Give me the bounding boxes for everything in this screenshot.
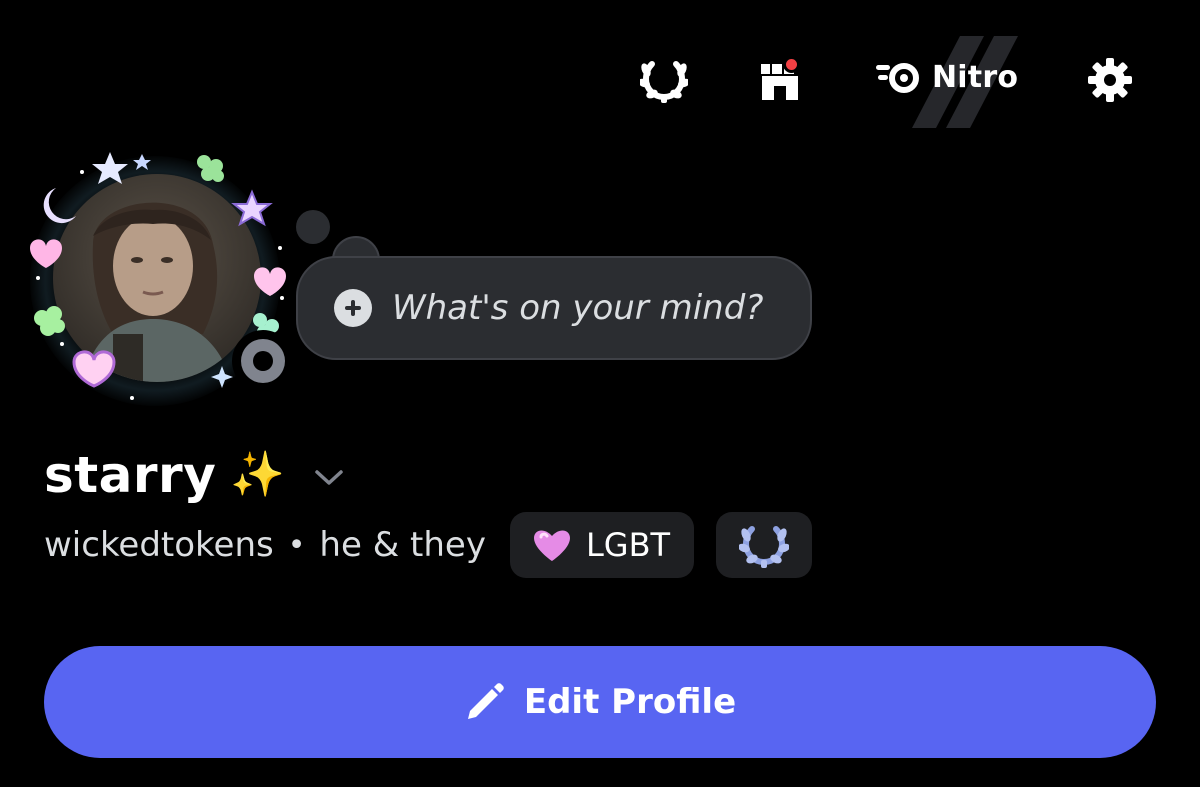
nitro-logo-icon (876, 62, 919, 93)
profile-screen: Nitro What's on your mind? starry ✨ wick… (0, 0, 1200, 787)
notification-badge (783, 56, 800, 73)
plus-circle-icon (334, 289, 372, 327)
laurel-wreath-icon (640, 61, 688, 103)
separator-dot: • (287, 527, 306, 563)
server-tag-badge[interactable]: LGBT (509, 512, 695, 578)
nitro-label: Nitro (932, 60, 1019, 95)
laurel-wreath-badge-icon (739, 526, 790, 568)
edit-profile-label: Edit Profile (523, 682, 737, 722)
profile-meta-row: wickedtokens • he & they LGBT (44, 512, 813, 578)
offline-status-icon (241, 339, 285, 383)
status-indicator (232, 330, 294, 392)
display-name: starry (44, 446, 217, 504)
pronouns: he & they (319, 525, 486, 565)
pencil-icon (467, 683, 504, 719)
nitro-button[interactable]: Nitro (858, 30, 1024, 128)
shop-button[interactable] (752, 52, 808, 108)
edit-profile-button[interactable]: Edit Profile (44, 646, 1156, 758)
quests-button[interactable] (636, 52, 692, 108)
display-name-row[interactable]: starry ✨ (44, 440, 345, 510)
custom-status-placeholder: What's on your mind? (392, 288, 764, 328)
chevron-down-icon[interactable] (313, 468, 345, 488)
settings-button[interactable] (1082, 52, 1138, 108)
tag-label: LGBT (585, 526, 671, 564)
username: wickedtokens (44, 525, 274, 565)
custom-status-bubble[interactable]: What's on your mind? (296, 256, 812, 360)
bubble-join (336, 258, 378, 270)
avatar[interactable] (22, 148, 294, 412)
gear-icon (1088, 58, 1132, 102)
pink-heart-icon (533, 530, 570, 561)
sparkles-emoji: ✨ (230, 449, 286, 500)
profile-badge[interactable] (716, 512, 813, 578)
thought-dot-small (296, 210, 330, 244)
